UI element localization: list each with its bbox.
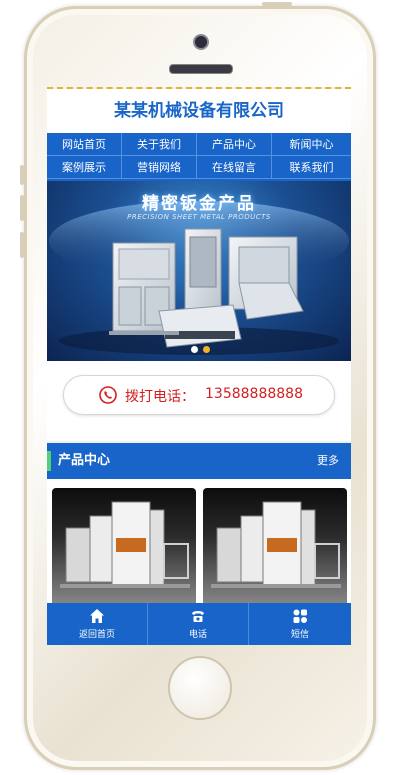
phone-number: 13588888888 — [205, 386, 303, 402]
bottom-nav: 返回首页 电话 短信 — [47, 603, 351, 645]
phone-icon — [99, 386, 117, 404]
bottom-nav-label: 返回首页 — [78, 630, 115, 640]
phone-volume-button — [20, 195, 24, 221]
phone-volume-button — [20, 165, 24, 185]
home-button[interactable] — [168, 656, 232, 720]
nav-item-home[interactable]: 网站首页 — [47, 133, 122, 156]
section-title: 产品中心 — [58, 453, 111, 468]
phone-screen: 某某机械设备有限公司 网站首页 关于我们 产品中心 新闻中心 案例展示 营销网络… — [47, 87, 351, 645]
bottom-nav-sms[interactable]: 短信 — [249, 603, 351, 645]
site-header: 某某机械设备有限公司 — [47, 89, 351, 133]
bottom-nav-home[interactable]: 返回首页 — [47, 603, 148, 645]
product-image — [211, 501, 341, 588]
call-button[interactable]: 拨打电话： 13588888888 — [63, 375, 335, 415]
nav-item-about[interactable]: 关于我们 — [122, 133, 197, 156]
bottom-nav-phone[interactable]: 电话 — [148, 603, 249, 645]
home-icon — [90, 609, 104, 623]
slide-dot[interactable] — [191, 346, 198, 353]
nav-item-news[interactable]: 新闻中心 — [272, 133, 351, 156]
product-grid — [47, 479, 351, 609]
nav-item-cases[interactable]: 案例展示 — [47, 156, 122, 179]
nav-item-products[interactable]: 产品中心 — [197, 133, 272, 156]
site-title[interactable]: 某某机械设备有限公司 — [114, 101, 284, 121]
product-card[interactable] — [203, 488, 347, 608]
speaker-grille — [169, 64, 233, 74]
nav-item-message[interactable]: 在线留言 — [197, 156, 272, 179]
bottom-nav-label: 短信 — [290, 630, 309, 640]
telephone-icon — [192, 611, 204, 622]
nav-item-network[interactable]: 营销网络 — [122, 156, 197, 179]
section-accent-bar — [47, 451, 51, 471]
phone-volume-button — [20, 232, 24, 258]
phone-power-button — [262, 2, 292, 6]
banner-title: 精密钣金产品 — [142, 194, 256, 214]
call-label: 拨打电话： — [125, 389, 195, 405]
call-section: 拨打电话： 13588888888 — [47, 361, 351, 441]
slide-dot-active[interactable] — [203, 346, 210, 353]
message-icon — [293, 609, 307, 623]
product-image — [60, 501, 190, 588]
main-nav: 网站首页 关于我们 产品中心 新闻中心 案例展示 营销网络 在线留言 联系我们 — [47, 133, 351, 181]
products-section-header: 产品中心 更多 — [47, 443, 351, 479]
product-card[interactable] — [52, 488, 196, 608]
banner-slider[interactable]: 精密钣金产品 PRECISION SHEET METAL PRODUCTS — [47, 181, 351, 361]
banner-subtitle: PRECISION SHEET METAL PRODUCTS — [127, 213, 271, 221]
nav-item-contact[interactable]: 联系我们 — [272, 156, 351, 179]
bottom-nav-label: 电话 — [188, 630, 207, 640]
more-link[interactable]: 更多 — [317, 443, 339, 479]
camera-icon — [193, 34, 209, 50]
